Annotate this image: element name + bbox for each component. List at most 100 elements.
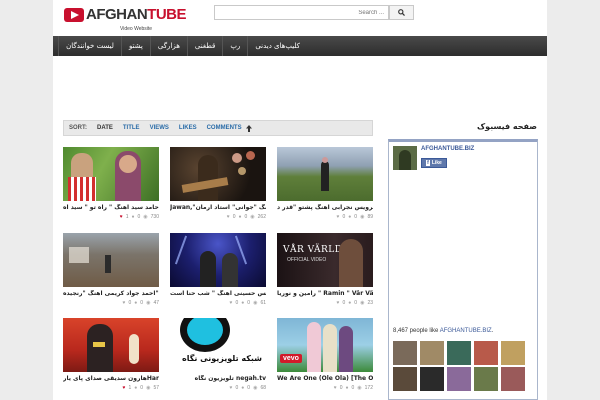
sort-title[interactable]: TITLE (123, 125, 140, 131)
video-title[interactable]: We Are One (Ole Ola) [The Offic... (277, 375, 373, 383)
video-title[interactable]: هارون سدیقی صدای پای یارHaroo... (63, 375, 159, 383)
video-thumbnail[interactable] (170, 147, 266, 201)
video-title[interactable]: سرویس نجرابی آهنگ پشتو "قدر د... (277, 204, 373, 212)
video-title[interactable]: حامد سید آهنگ " راه تو " سید آه... (63, 204, 159, 212)
comment-count: 0 (137, 214, 141, 220)
view-count: 61 (260, 300, 266, 306)
eye-icon: ◉ (146, 385, 151, 391)
sort-views[interactable]: VIEWS (150, 125, 169, 131)
facebook-likebox: AFGHANTUBE.BIZ f Like 8,467 people like … (388, 139, 538, 400)
fb-page-avatar[interactable] (393, 146, 417, 170)
video-thumbnail[interactable] (63, 233, 159, 287)
video-card[interactable]: VÅR VÄRLD OFFICIAL VIDEO رامین و نوریا "… (277, 233, 373, 306)
video-card[interactable]: هارون سدیقی صدای پای یارHaroo... ♥1 ●0 ◉… (63, 318, 159, 391)
fan-avatar[interactable] (393, 341, 417, 365)
comment-icon: ● (348, 214, 352, 220)
sort-arrow-up-icon[interactable] (245, 124, 252, 132)
video-stats: ♥ 1 ● 0 ◉ 57 (63, 385, 160, 391)
nav-item-singers[interactable]: لیست خوانندگان (58, 36, 121, 56)
eye-icon: ◉ (250, 214, 255, 220)
sort-likes[interactable]: LIKES (179, 125, 197, 131)
nav-item-rap[interactable]: رپ (222, 36, 247, 56)
video-thumbnail[interactable] (170, 233, 266, 287)
video-card[interactable]: Jawan,"آهنگ "جوانی" استاد آرمان ♥ 0 ● 0 ◉ 2… (170, 147, 266, 220)
like-count: 0 (235, 300, 239, 306)
like-count: 0 (342, 300, 346, 306)
video-thumbnail[interactable]: VÅR VÄRLD OFFICIAL VIDEO (277, 233, 373, 287)
comment-count: 0 (247, 385, 251, 391)
video-card[interactable]: قیس حسینی آهنگ " شب حنا است"... ♥0 ●0 ◉6… (170, 233, 266, 306)
video-card[interactable]: سرویس نجرابی آهنگ پشتو "قدر د... ♥0 ●0 ◉… (277, 147, 373, 220)
video-card[interactable]: vevo We Are One (Ole Ola) [The Offic... … (277, 318, 373, 391)
fan-avatar[interactable] (393, 367, 417, 391)
main-nav: کلیپ‌های دیدنی رپ قطغنی هزارگی پشتو لیست… (53, 36, 547, 56)
video-title[interactable]: تلویزیون نگاه negah.tv (170, 375, 266, 383)
thumb-subtitle-text: OFFICIAL VIDEO (287, 257, 327, 263)
site-logo[interactable]: AFGHANTUBE Video Website (64, 5, 187, 32)
video-card[interactable]: احمد جواد کریمی آهنگ "رنجیده".. ♥0 ●0 ◉4… (63, 233, 159, 306)
video-title[interactable]: احمد جواد کریمی آهنگ "رنجیده".. (63, 290, 159, 298)
fan-avatar[interactable] (447, 341, 471, 365)
fan-avatar[interactable] (447, 367, 471, 391)
heart-icon: ♥ (122, 385, 126, 391)
search-button[interactable] (389, 5, 414, 20)
sidebar-title: صفحه فیسبوک (476, 122, 537, 131)
comment-icon: ● (241, 300, 245, 306)
video-title[interactable]: رامین و نوریا " Ramin " Vår Värld... (277, 290, 373, 298)
like-count: 0 (232, 214, 236, 220)
sort-date[interactable]: DATE (97, 125, 113, 131)
fb-like-button[interactable]: f Like (421, 158, 447, 168)
fb-page-name[interactable]: AFGHANTUBE.BIZ (421, 146, 474, 152)
heart-icon: ♥ (336, 214, 340, 220)
fan-avatar[interactable] (420, 341, 444, 365)
video-stats: ♥ 0 ● 0 ◉ 61 (170, 300, 267, 306)
comment-count: 0 (354, 300, 358, 306)
video-thumbnail[interactable] (63, 318, 159, 372)
facebook-icon: f (426, 160, 430, 166)
comment-count: 0 (247, 300, 251, 306)
heart-icon: ♥ (333, 385, 337, 391)
fan-avatar[interactable] (420, 367, 444, 391)
video-thumbnail[interactable] (277, 147, 373, 201)
sort-label: SORT: (69, 125, 87, 131)
video-stats: ♥ 0 ● 0 ◉ 47 (63, 300, 160, 306)
comment-icon: ● (345, 385, 349, 391)
negah-logo-icon (180, 318, 230, 352)
fan-avatar[interactable] (501, 367, 525, 391)
page: AFGHANTUBE Video Website کلیپ‌های دیدنی … (53, 0, 547, 400)
video-thumbnail[interactable]: vevo (277, 318, 373, 372)
eye-icon: ◉ (253, 300, 258, 306)
video-card[interactable]: شبکه تلویزیونی نگاه تلویزیون نگاه negah.… (170, 318, 266, 391)
fan-avatar[interactable] (474, 367, 498, 391)
comment-count: 0 (351, 385, 355, 391)
video-title[interactable]: قیس حسینی آهنگ " شب حنا است"... (170, 290, 266, 298)
video-thumbnail[interactable] (63, 147, 159, 201)
fb-count-link[interactable]: AFGHANTUBE.BIZ (440, 328, 492, 334)
sort-comments[interactable]: COMMENTS (207, 125, 242, 131)
nav-item-hazaragi[interactable]: هزارگی (149, 36, 187, 56)
nav-item-clips[interactable]: کلیپ‌های دیدنی (247, 36, 307, 56)
comment-icon: ● (131, 214, 135, 220)
like-count: 0 (235, 385, 239, 391)
search-input[interactable] (214, 5, 389, 20)
video-title[interactable]: Jawan,"آهنگ "جوانی" استاد آرمان (170, 204, 266, 212)
comment-icon: ● (134, 385, 138, 391)
video-thumbnail[interactable]: شبکه تلویزیونی نگاه (170, 318, 266, 372)
comment-icon: ● (241, 385, 245, 391)
view-count: 730 (150, 214, 159, 220)
nav-item-pashto[interactable]: پشتو (120, 36, 150, 56)
video-card[interactable]: حامد سید آهنگ " راه تو " سید آه... ♥1 ●0… (63, 147, 159, 220)
fan-avatar[interactable] (501, 341, 525, 365)
like-count: 0 (342, 214, 346, 220)
sort-bar: SORT: DATE TITLE VIEWS LIKES COMMENTS (63, 120, 373, 136)
vevo-logo: vevo (280, 354, 302, 363)
eye-icon: ◉ (253, 385, 258, 391)
view-count: 89 (367, 214, 373, 220)
fan-avatar[interactable] (474, 341, 498, 365)
view-count: 68 (260, 385, 266, 391)
comment-icon: ● (348, 300, 352, 306)
video-stats: ♥ 0 ● 0 ◉ 23 (277, 300, 374, 306)
comment-count: 0 (140, 300, 144, 306)
video-stats: ♥ 0 ● 0 ◉ 172 (277, 385, 373, 391)
nav-item-qataghani[interactable]: قطغنی (186, 36, 222, 56)
